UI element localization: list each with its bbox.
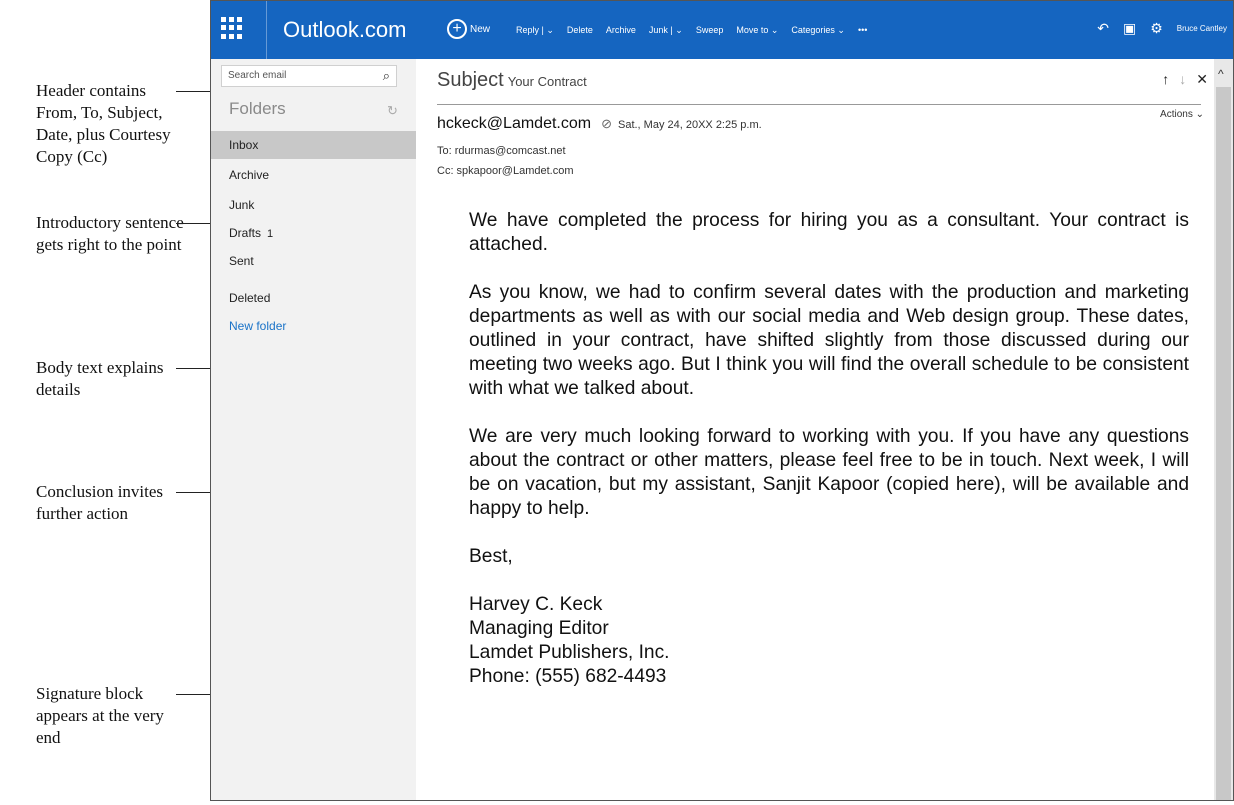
move-to-button[interactable]: Move to ⌄ [736, 25, 778, 36]
annotation-signature: Signature block appears at the very end [36, 683, 229, 749]
command-bar: Reply | ⌄ Delete Archive Junk | ⌄ Sweep … [516, 25, 880, 36]
top-right-controls: ↶ ▣ ⚙ Bruce Cantley [1097, 20, 1227, 37]
signature-name: Harvey C. Keck [469, 594, 603, 615]
previous-message-icon[interactable]: ↑ [1162, 71, 1169, 88]
chat-icon[interactable]: ▣ [1123, 20, 1136, 37]
folder-sidebar: Search email ⌕ Folders ↻ Inbox Archive J… [211, 59, 416, 800]
user-name[interactable]: Bruce Cantley [1177, 24, 1227, 33]
sender-address[interactable]: hckeck@Lamdet.com [437, 115, 591, 132]
signature-title: Managing Editor [469, 618, 609, 639]
search-input[interactable]: Search email ⌕ [221, 65, 397, 87]
new-button[interactable]: + New [447, 19, 490, 39]
folders-heading: Folders [229, 99, 286, 118]
to-line: To: rdurmas@comcast.net [437, 145, 566, 157]
refresh-icon[interactable]: ↻ [387, 103, 398, 119]
annotation-header-text: Header contains From, To, Subject, Date,… [36, 81, 171, 166]
search-icon[interactable]: ⌕ [383, 68, 390, 84]
body-paragraph: As you know, we had to confirm several d… [469, 282, 1189, 399]
annotation-conclusion-text: Conclusion invites further action [36, 482, 164, 523]
next-message-icon[interactable]: ↓ [1179, 71, 1186, 88]
sidebar-item-inbox[interactable]: Inbox [211, 131, 416, 159]
search-placeholder: Search email [228, 70, 287, 81]
categories-button[interactable]: Categories ⌄ [791, 25, 845, 36]
annotation-header: Header contains From, To, Subject, Date,… [36, 80, 229, 168]
top-bar: Outlook.com + New Reply | ⌄ Delete Archi… [211, 1, 1233, 59]
annotation-conclusion: Conclusion invites further action [36, 481, 229, 525]
signature-block: Harvey C. Keck Managing Editor Lamdet Pu… [469, 593, 1189, 689]
scrollbar[interactable]: ^ [1214, 59, 1233, 800]
attachment-icon: ⊘ [601, 116, 612, 131]
outlook-window: Outlook.com + New Reply | ⌄ Delete Archi… [210, 0, 1234, 801]
sweep-button[interactable]: Sweep [696, 25, 724, 36]
drafts-count: 1 [267, 228, 274, 240]
subject-label: Subject [437, 69, 504, 91]
subject-line: Subject Your Contract [437, 69, 587, 92]
scrollbar-thumb[interactable] [1216, 87, 1231, 800]
conclusion-paragraph: We are very much looking forward to work… [469, 426, 1189, 519]
header-divider [437, 104, 1201, 105]
subject-value: Your Contract [507, 74, 587, 89]
new-label: New [470, 23, 491, 35]
annotation-body-text: Body text explains details [36, 358, 164, 399]
actions-menu[interactable]: Actions ⌄ [1160, 109, 1204, 120]
reading-pane: Subject Your Contract ↑ ↓ ✕ hckeck@Lamdet… [416, 59, 1216, 800]
sidebar-item-label: Deleted [229, 291, 271, 305]
annotation-intro: Introductory sentence gets right to the … [36, 212, 229, 256]
sidebar-item-label: Inbox [229, 138, 259, 152]
signature-phone: Phone: (555) 682-4493 [469, 666, 667, 687]
message-body: We have completed the process for hiring… [469, 209, 1189, 689]
annotation-intro-text: Introductory sentence gets right to the … [36, 213, 184, 254]
sent-date: Sat., May 24, 20XX 2:25 p.m. [617, 119, 762, 131]
sidebar-item-label: Archive [229, 168, 270, 182]
scroll-up-icon[interactable]: ^ [1218, 67, 1224, 81]
intro-paragraph: We have completed the process for hiring… [469, 210, 1189, 255]
plus-icon: + [447, 19, 467, 39]
sidebar-item-archive[interactable]: Archive [211, 161, 416, 189]
delete-button[interactable]: Delete [567, 25, 593, 36]
closing: Best, [469, 546, 513, 567]
archive-button[interactable]: Archive [606, 25, 636, 36]
gear-icon[interactable]: ⚙ [1150, 20, 1163, 37]
sidebar-item-deleted[interactable]: Deleted [211, 284, 416, 312]
sidebar-item-label: Junk [229, 198, 255, 212]
reply-button[interactable]: Reply | ⌄ [516, 25, 554, 36]
sidebar-item-sent[interactable]: Sent [211, 247, 416, 275]
app-launcher-icon[interactable] [221, 17, 243, 39]
undo-icon[interactable]: ↶ [1097, 20, 1109, 37]
sidebar-item-label: Sent [229, 254, 254, 268]
sidebar-item-drafts[interactable]: Drafts 1 [211, 219, 416, 247]
close-icon[interactable]: ✕ [1196, 71, 1208, 88]
message-nav: ↑ ↓ ✕ [1162, 71, 1208, 88]
sidebar-item-label: Drafts [229, 226, 262, 240]
signature-company: Lamdet Publishers, Inc. [469, 642, 670, 663]
junk-button[interactable]: Junk | ⌄ [649, 25, 683, 36]
from-line: hckeck@Lamdet.com ⊘ Sat., May 24, 20XX 2:2… [437, 115, 762, 133]
annotation-body: Body text explains details [36, 357, 229, 401]
cc-line: Cc: spkapoor@Lamdet.com [437, 165, 574, 177]
annotation-signature-text: Signature block appears at the very end [36, 684, 164, 747]
more-button[interactable]: ••• [858, 25, 867, 36]
new-folder-link[interactable]: New folder [211, 312, 416, 340]
brand-logo[interactable]: Outlook.com [266, 1, 407, 59]
sidebar-item-junk[interactable]: Junk [211, 191, 416, 219]
